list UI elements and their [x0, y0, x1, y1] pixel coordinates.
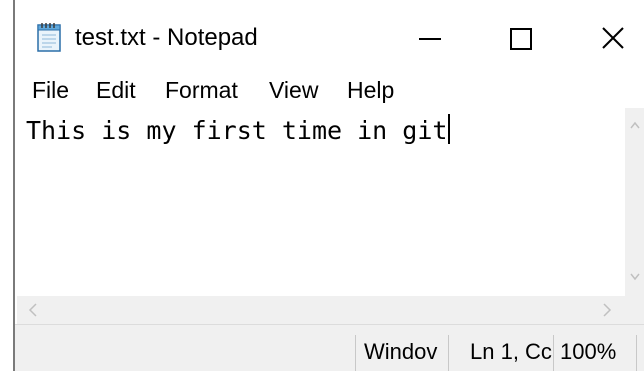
status-line-ending: Windov [364, 339, 438, 364]
close-icon [602, 27, 624, 49]
minimize-button[interactable] [393, 8, 473, 66]
scroll-down-arrow-icon[interactable] [629, 272, 641, 282]
menu-help[interactable]: Help [347, 76, 394, 104]
vertical-scrollbar[interactable] [625, 108, 644, 296]
status-cursor-position: Ln 1, Cc [470, 339, 552, 364]
status-divider [355, 335, 356, 371]
status-bar: Windov Ln 1, Cc 100% [15, 324, 644, 371]
title-bar[interactable]: test.txt - Notepad [15, 0, 644, 72]
close-button[interactable] [570, 8, 644, 66]
menu-file[interactable]: File [32, 76, 69, 104]
notepad-window: test.txt - Notepad File Edit Format View… [0, 0, 644, 371]
menu-format[interactable]: Format [165, 76, 238, 104]
window-title: test.txt - Notepad [75, 24, 258, 51]
maximize-icon [510, 28, 532, 50]
text-editor[interactable]: This is my first time in git [17, 108, 625, 296]
menu-view[interactable]: View [269, 76, 318, 104]
horizontal-scrollbar[interactable] [17, 296, 625, 324]
status-zoom: 100% [560, 339, 617, 364]
scroll-up-arrow-icon[interactable] [629, 120, 641, 130]
notepad-icon [36, 21, 64, 53]
menu-edit[interactable]: Edit [96, 76, 136, 104]
scrollbar-corner [625, 296, 644, 324]
minimize-icon [419, 38, 441, 40]
status-divider [553, 335, 554, 371]
scroll-right-arrow-icon[interactable] [601, 302, 613, 318]
text-caret [448, 114, 451, 144]
maximize-button[interactable] [480, 8, 560, 66]
editor-text: This is my first time in git [26, 116, 448, 145]
editor-content-line[interactable]: This is my first time in git [26, 114, 451, 148]
status-divider [448, 335, 449, 371]
menu-bar: File Edit Format View Help [15, 72, 644, 108]
status-divider [636, 335, 637, 371]
scroll-left-arrow-icon[interactable] [27, 302, 39, 318]
